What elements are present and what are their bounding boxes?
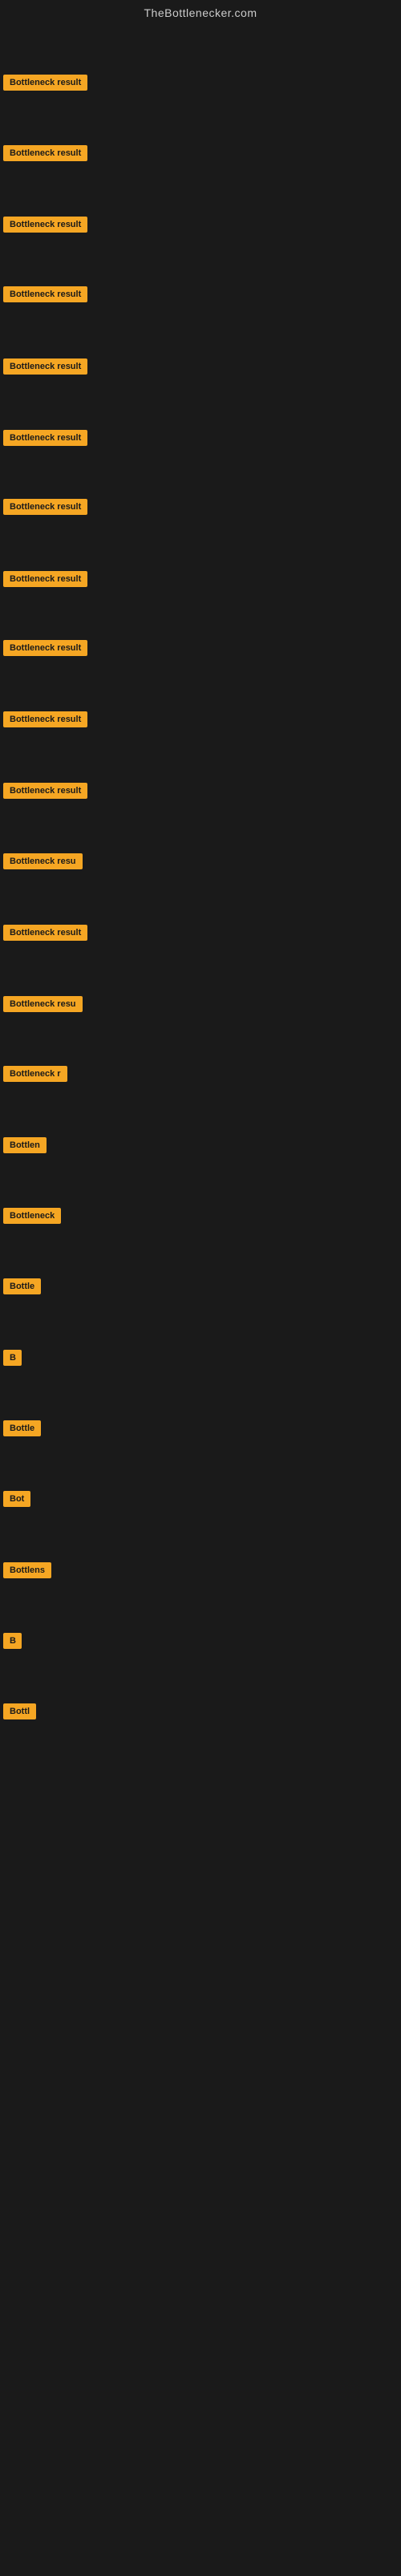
bottleneck-badge-21[interactable]: Bot bbox=[3, 1491, 30, 1507]
result-row-4: Bottleneck result bbox=[0, 283, 91, 310]
result-row-5: Bottleneck result bbox=[0, 355, 91, 382]
result-row-3: Bottleneck result bbox=[0, 213, 91, 240]
result-row-14: Bottleneck resu bbox=[0, 993, 86, 1019]
bottleneck-badge-22[interactable]: Bottlens bbox=[3, 1562, 51, 1578]
result-row-23: B bbox=[0, 1630, 25, 1656]
rows-container: Bottleneck result Bottleneck result Bottle… bbox=[0, 26, 401, 2576]
result-row-6: Bottleneck result bbox=[0, 427, 91, 453]
result-row-10: Bottleneck result bbox=[0, 708, 91, 735]
bottleneck-badge-16[interactable]: Bottlen bbox=[3, 1137, 47, 1153]
bottleneck-badge-2[interactable]: Bottleneck result bbox=[3, 145, 87, 161]
bottleneck-badge-11[interactable]: Bottleneck result bbox=[3, 783, 87, 799]
site-title: TheBottlenecker.com bbox=[0, 0, 401, 26]
result-row-19: B bbox=[0, 1347, 25, 1373]
result-row-21: Bot bbox=[0, 1488, 34, 1514]
bottleneck-badge-4[interactable]: Bottleneck result bbox=[3, 286, 87, 302]
bottleneck-badge-6[interactable]: Bottleneck result bbox=[3, 430, 87, 446]
bottleneck-badge-24[interactable]: Bottl bbox=[3, 1703, 36, 1719]
bottleneck-badge-14[interactable]: Bottleneck resu bbox=[3, 996, 83, 1012]
bottleneck-badge-23[interactable]: B bbox=[3, 1633, 22, 1649]
bottleneck-badge-3[interactable]: Bottleneck result bbox=[3, 217, 87, 233]
bottleneck-badge-10[interactable]: Bottleneck result bbox=[3, 711, 87, 727]
bottleneck-badge-17[interactable]: Bottleneck bbox=[3, 1208, 61, 1224]
result-row-8: Bottleneck result bbox=[0, 568, 91, 594]
result-row-17: Bottleneck bbox=[0, 1205, 64, 1231]
bottleneck-badge-15[interactable]: Bottleneck r bbox=[3, 1066, 67, 1082]
result-row-1: Bottleneck result bbox=[0, 71, 91, 98]
result-row-16: Bottlen bbox=[0, 1134, 50, 1160]
result-row-7: Bottleneck result bbox=[0, 496, 91, 522]
bottleneck-badge-18[interactable]: Bottle bbox=[3, 1278, 41, 1294]
bottleneck-badge-5[interactable]: Bottleneck result bbox=[3, 358, 87, 375]
bottleneck-badge-9[interactable]: Bottleneck result bbox=[3, 640, 87, 656]
result-row-24: Bottl bbox=[0, 1700, 39, 1727]
result-row-22: Bottlens bbox=[0, 1559, 55, 1586]
result-row-12: Bottleneck resu bbox=[0, 850, 86, 877]
bottleneck-badge-12[interactable]: Bottleneck resu bbox=[3, 853, 83, 869]
bottleneck-badge-19[interactable]: B bbox=[3, 1350, 22, 1366]
result-row-20: Bottle bbox=[0, 1417, 44, 1444]
result-row-9: Bottleneck result bbox=[0, 637, 91, 663]
result-row-15: Bottleneck r bbox=[0, 1063, 71, 1089]
result-row-13: Bottleneck result bbox=[0, 921, 91, 948]
bottleneck-badge-8[interactable]: Bottleneck result bbox=[3, 571, 87, 587]
result-row-2: Bottleneck result bbox=[0, 142, 91, 168]
bottleneck-badge-1[interactable]: Bottleneck result bbox=[3, 75, 87, 91]
bottleneck-badge-20[interactable]: Bottle bbox=[3, 1420, 41, 1436]
result-row-18: Bottle bbox=[0, 1275, 44, 1302]
result-row-11: Bottleneck result bbox=[0, 780, 91, 806]
bottleneck-badge-7[interactable]: Bottleneck result bbox=[3, 499, 87, 515]
bottleneck-badge-13[interactable]: Bottleneck result bbox=[3, 925, 87, 941]
